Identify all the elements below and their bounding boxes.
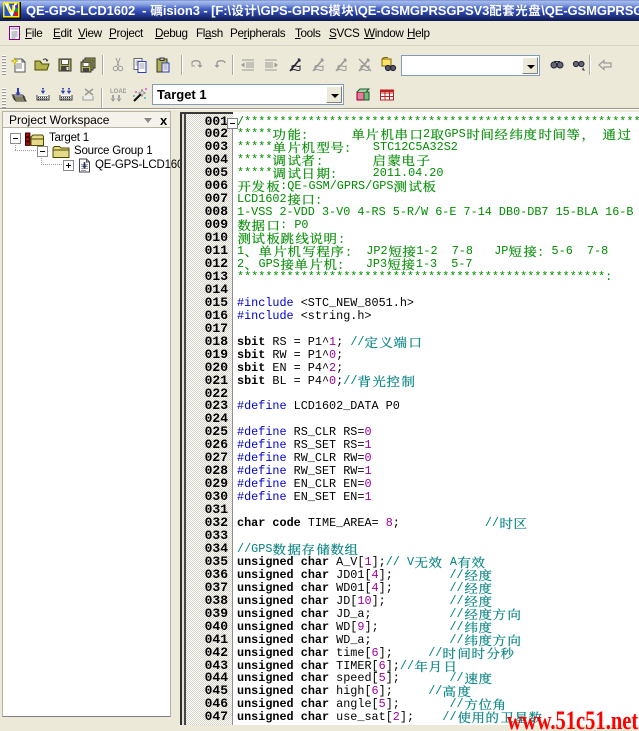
svg-text:LOAD: LOAD xyxy=(110,89,126,95)
